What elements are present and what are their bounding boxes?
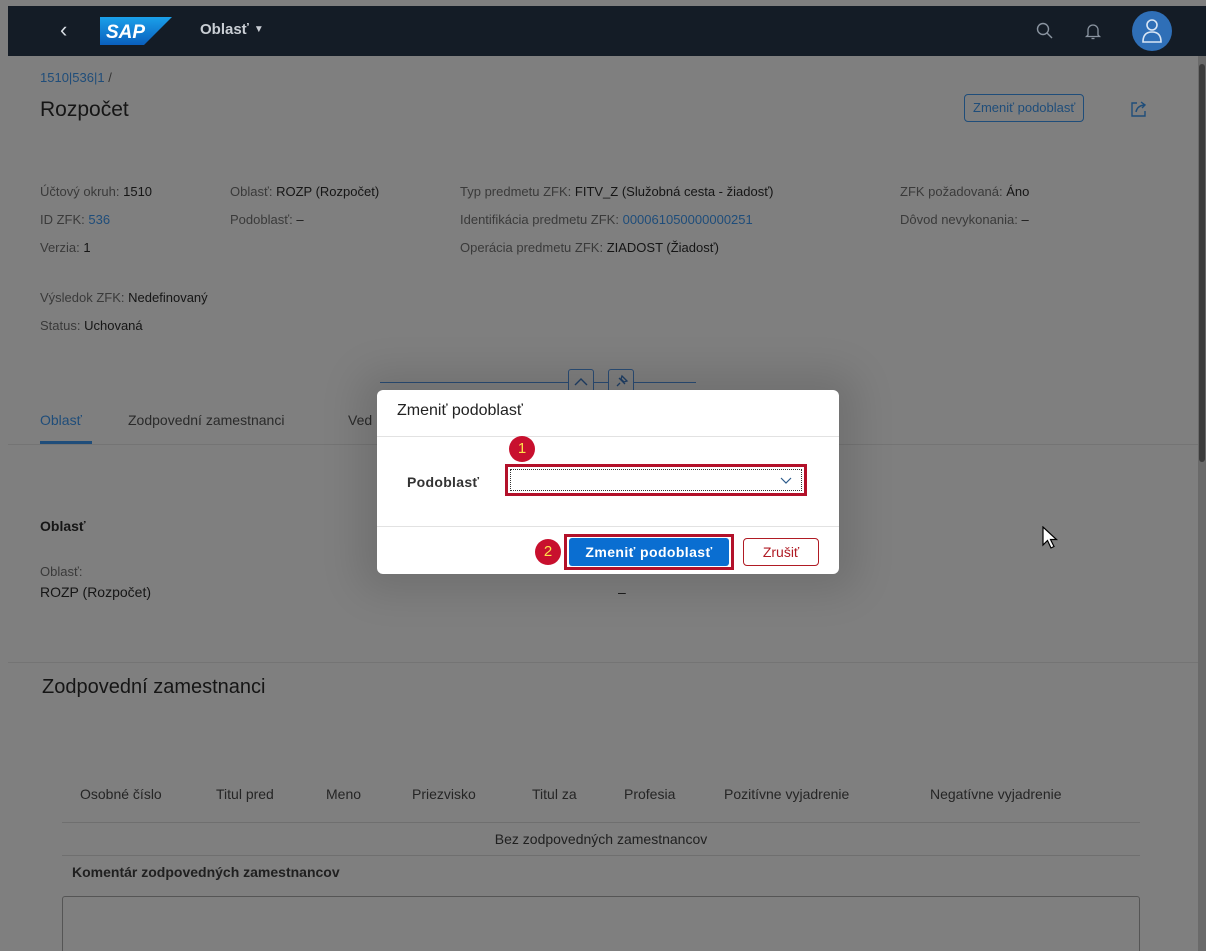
subarea-field-value: – (618, 584, 626, 600)
subarea-field-label: Podoblasť (407, 474, 480, 490)
step-marker-1: 1 (509, 436, 535, 462)
attr-reason: Dôvod nevykonania: – (900, 212, 1029, 227)
chevron-down-icon[interactable] (779, 473, 793, 487)
user-avatar[interactable] (1132, 11, 1172, 51)
page-title: Rozpočet (40, 98, 129, 121)
bell-icon[interactable] (1082, 20, 1104, 42)
app-frame: ‹ SAP Oblasť ▼ 1510|536|1 / Rozpočet Zme… (8, 6, 1206, 951)
column-header[interactable]: Profesia (624, 786, 675, 802)
comment-label: Komentár zodpovedných zamestnancov (72, 864, 340, 880)
subject-id-link[interactable]: 000061050000000251 (623, 212, 753, 227)
attr-subarea: Podoblasť: – (230, 212, 304, 227)
table-header: Osobné číslo Titul pred Meno Priezvisko … (62, 770, 1140, 823)
mouse-cursor-icon (1042, 526, 1059, 549)
app-title: Oblasť (200, 21, 249, 38)
confirm-change-subarea-button[interactable]: Zmeniť podoblasť (569, 538, 729, 566)
share-icon[interactable] (1128, 98, 1150, 120)
attr-version: Verzia: 1 (40, 240, 91, 255)
change-subarea-dialog: Zmeniť podoblasť Podoblasť 1 Zmeniť podo… (377, 390, 839, 574)
attr-zfk-required: ZFK požadovaná: Áno (900, 184, 1030, 199)
column-header[interactable]: Negatívne vyjadrenie (930, 786, 1062, 802)
breadcrumb-link[interactable]: 1510|536|1 (40, 70, 105, 85)
search-icon[interactable] (1034, 20, 1056, 42)
dialog-title: Zmeniť podoblasť (397, 402, 523, 419)
change-subarea-header-button[interactable]: Zmeniť podoblasť (964, 94, 1085, 122)
svg-text:SAP: SAP (106, 22, 145, 43)
header-divider (380, 382, 696, 383)
column-header[interactable]: Titul pred (216, 786, 274, 802)
attr-result: Výsledok ZFK: Nedefinovaný (40, 290, 208, 305)
section-divider (8, 662, 1198, 663)
tab-area[interactable]: Oblasť (40, 412, 82, 428)
column-header[interactable]: Titul za (532, 786, 577, 802)
back-icon[interactable]: ‹ (60, 18, 67, 42)
area-field-value: ROZP (Rozpočet) (40, 584, 151, 600)
scrollbar-thumb[interactable] (1199, 64, 1205, 462)
staff-table: Osobné číslo Titul pred Meno Priezvisko … (62, 770, 1140, 856)
breadcrumb: 1510|536|1 / (40, 70, 112, 85)
cancel-button[interactable]: Zrušiť (743, 538, 819, 566)
tab-other[interactable]: Ved (348, 412, 372, 428)
staff-section-title: Zodpovední zamestnanci (42, 676, 266, 698)
caret-down-icon: ▼ (253, 24, 264, 35)
subarea-select[interactable] (510, 469, 802, 491)
column-header[interactable]: Osobné číslo (80, 786, 162, 802)
attr-subject-operation: Operácia predmetu ZFK: ZIADOST (Žiadosť) (460, 240, 719, 255)
breadcrumb-separator: / (108, 70, 112, 85)
attr-subject-id: Identifikácia predmetu ZFK: 000061050000… (460, 212, 753, 227)
attr-subject-type: Typ predmetu ZFK: FITV_Z (Služobná cesta… (460, 184, 774, 199)
attr-area: Oblasť: ROZP (Rozpočet) (230, 184, 380, 199)
shell-bar: ‹ SAP Oblasť ▼ (8, 6, 1206, 56)
column-header[interactable]: Meno (326, 786, 361, 802)
tab-responsible-staff[interactable]: Zodpovední zamestnanci (128, 412, 284, 428)
app-title-menu[interactable]: Oblasť ▼ (200, 21, 264, 38)
no-data-row: Bez zodpovedných zamestnancov (62, 823, 1140, 856)
active-tab-indicator (40, 441, 92, 444)
column-header[interactable]: Priezvisko (412, 786, 476, 802)
column-header[interactable]: Pozitívne vyjadrenie (724, 786, 849, 802)
attr-accounting-area: Účtový okruh: 1510 (40, 184, 153, 199)
comment-textarea[interactable] (62, 896, 1140, 951)
user-icon (1142, 19, 1162, 43)
area-field-label: Oblasť: (40, 564, 83, 579)
zfk-id-link[interactable]: 536 (88, 212, 110, 227)
attr-zfk-id: ID ZFK: 536 (40, 212, 111, 227)
sap-logo: SAP (100, 17, 172, 45)
step-marker-2: 2 (535, 539, 561, 565)
area-section-title: Oblasť (40, 518, 86, 534)
attr-status: Status: Uchovaná (40, 318, 143, 333)
